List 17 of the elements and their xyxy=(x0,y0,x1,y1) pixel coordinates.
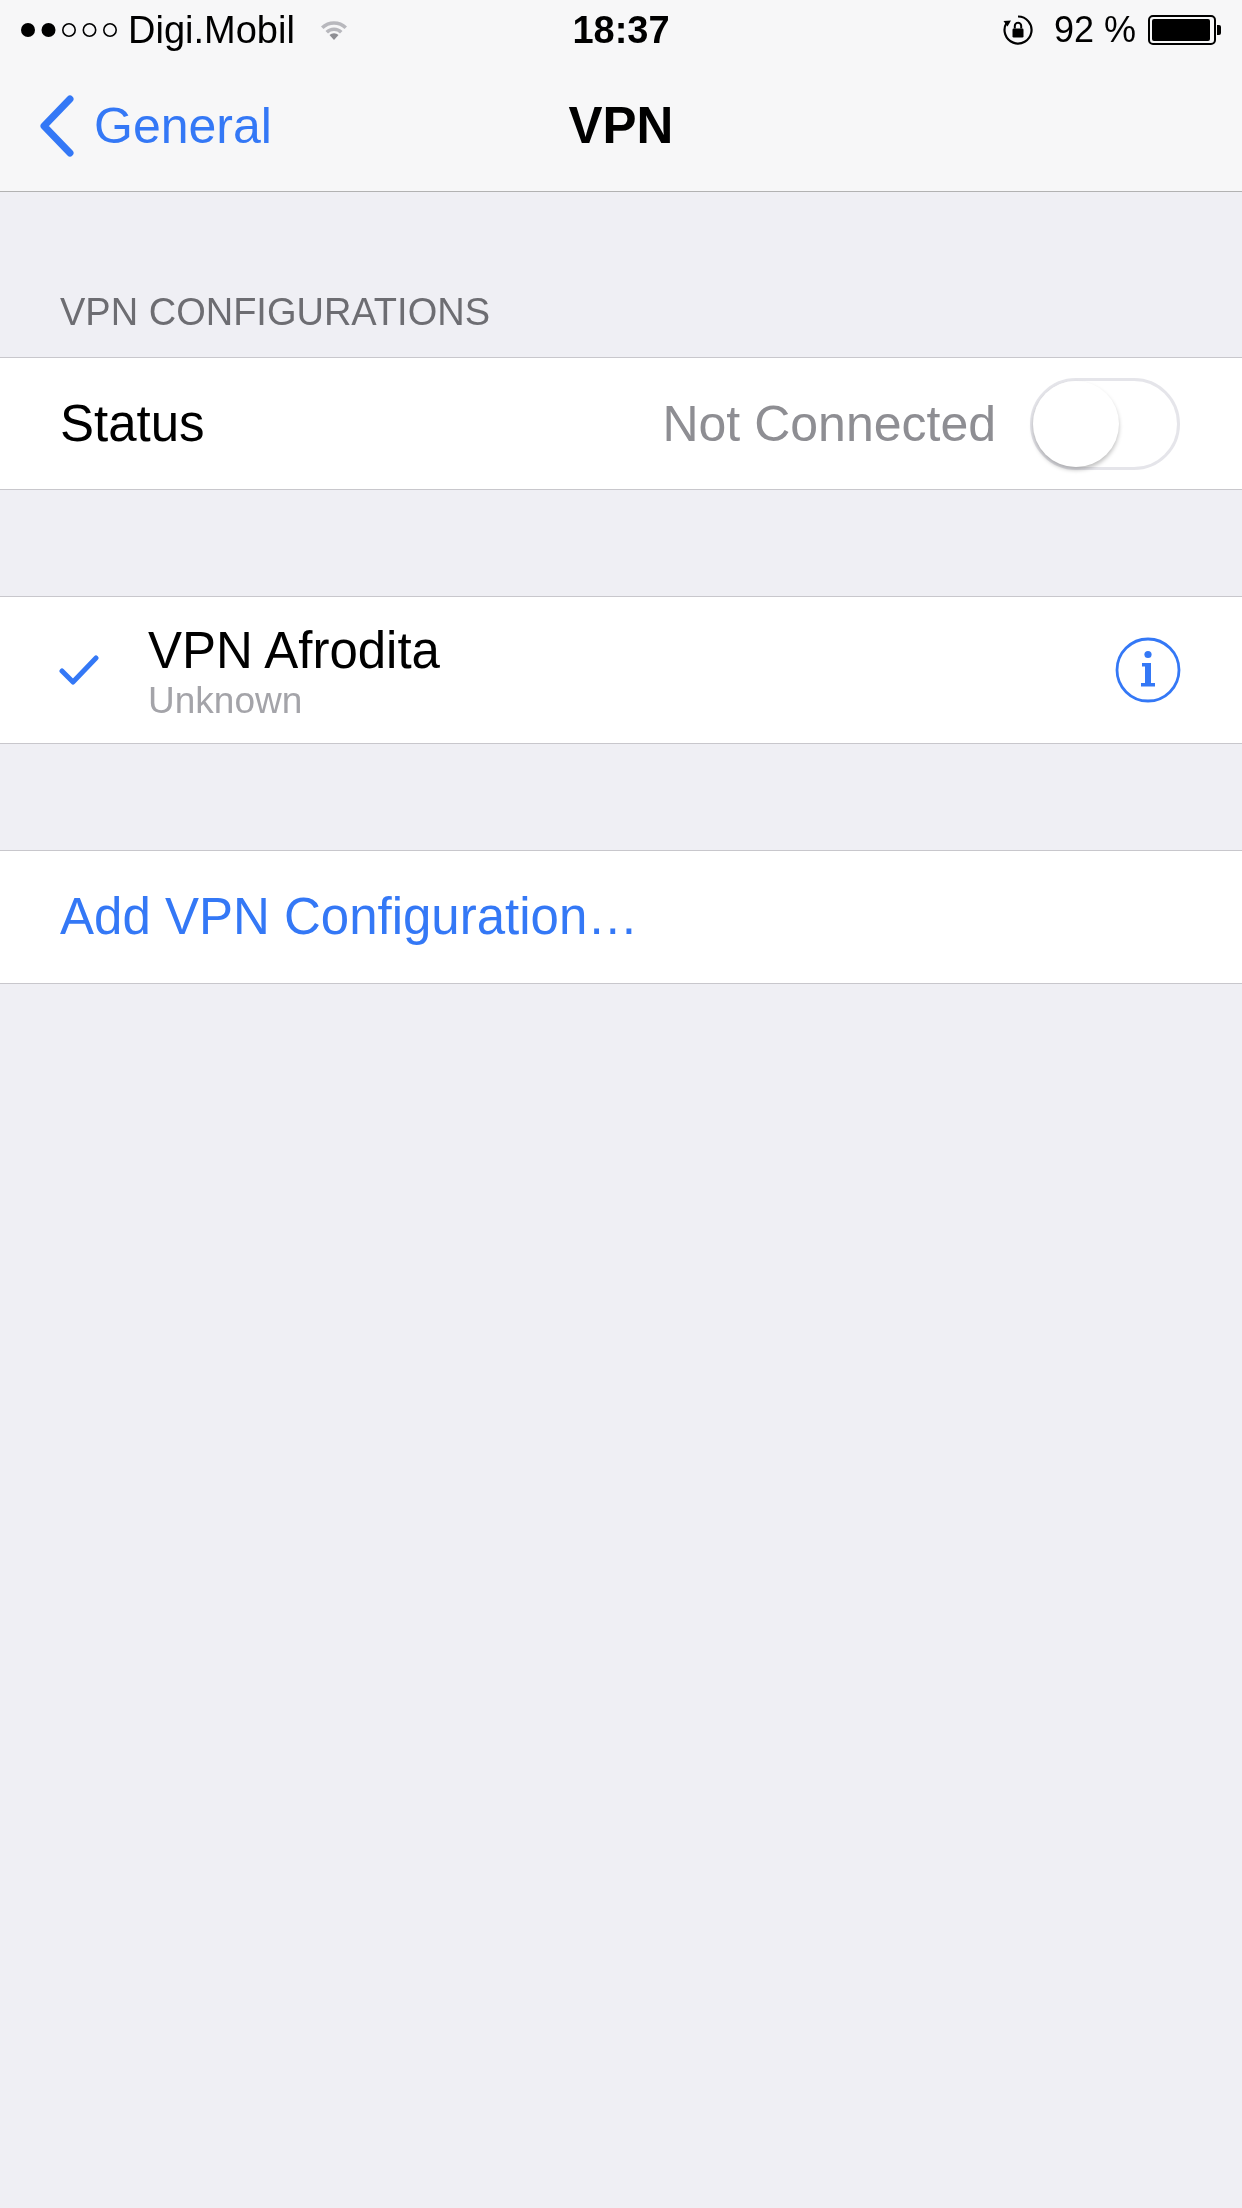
wifi-icon xyxy=(319,20,348,40)
orientation-lock-icon xyxy=(1001,14,1034,46)
section-header: VPN CONFIGURATIONS xyxy=(60,290,490,335)
battery-icon xyxy=(1148,15,1222,45)
signal-dots-icon xyxy=(20,22,120,38)
configuration-name: VPN Afrodita xyxy=(148,622,440,680)
clock-time: 18:37 xyxy=(572,8,670,53)
vpn-configuration-row[interactable]: VPN Afrodita Unknown xyxy=(0,597,1242,743)
page-title: VPN xyxy=(568,95,674,156)
carrier-name: Digi.Mobil xyxy=(128,8,295,53)
back-button[interactable]: General xyxy=(38,94,272,157)
battery-percentage: 92 % xyxy=(1053,8,1136,52)
configuration-status: Unknown xyxy=(148,680,304,722)
row-label: Status xyxy=(60,393,205,454)
info-icon[interactable] xyxy=(1115,637,1181,703)
status-value: Not Connected xyxy=(662,394,996,454)
back-chevron-icon xyxy=(38,94,74,157)
